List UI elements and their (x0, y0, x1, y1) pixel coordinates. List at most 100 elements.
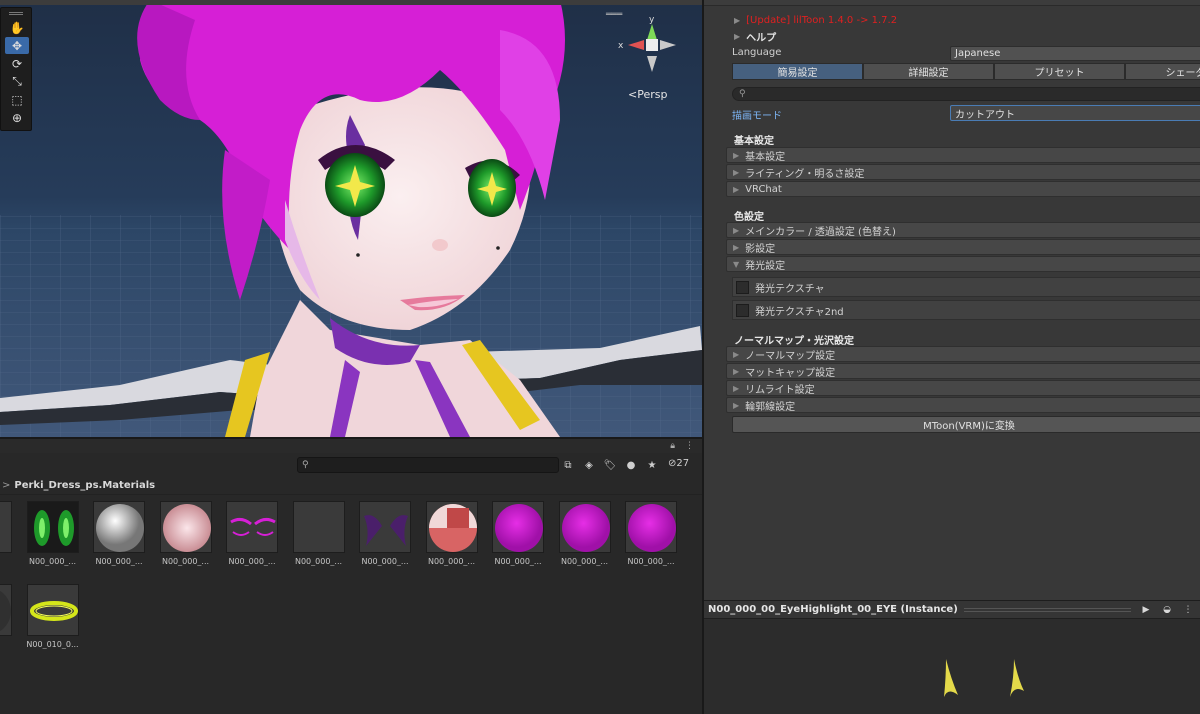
material-thumbnail (26, 501, 79, 553)
asset-label: N00_000_... (494, 557, 542, 566)
asset-label: N00_000_... (427, 557, 476, 566)
foldout-arrow-icon: ▶ (734, 15, 741, 25)
material-thumbnail (425, 501, 478, 553)
rect-tool[interactable]: ⬚ (5, 91, 29, 108)
settings-tabs: 簡易設定 詳細設定 プリセット シェーダー (732, 63, 1200, 80)
asset-tile[interactable]: N00_000_... (490, 501, 550, 566)
more-options-icon[interactable]: ⋮ (1179, 603, 1197, 617)
material-thumbnail (26, 584, 79, 636)
transform-tool[interactable]: ⊕ (5, 109, 29, 126)
emission-texture-2nd-row[interactable]: 発光テクスチャ2nd (732, 300, 1200, 320)
hidden-packages-toggle[interactable]: ⊘27 (668, 458, 689, 469)
foldout-emission[interactable]: ▼ 発光設定 (726, 256, 1200, 272)
asset-label: N00_000_... (228, 557, 276, 566)
asset-tile[interactable]: N00_000_... (291, 501, 351, 566)
foldout-shadow[interactable]: ▶ 影設定 (726, 239, 1200, 255)
asset-label: N00_000_... (95, 557, 143, 566)
material-thumbnail (292, 501, 345, 553)
asset-tile[interactable]: N00_000_... (357, 501, 417, 566)
projection-toggle[interactable]: <Persp (628, 88, 667, 101)
tab-presets[interactable]: プリセット (994, 63, 1125, 80)
eye-highlight-preview-image (944, 659, 1024, 697)
asset-tile[interactable]: N00_010_0... (25, 584, 85, 649)
foldout-arrow-icon: ▶ (733, 366, 740, 376)
breadcrumb-folder[interactable]: Perki_Dress_ps.Materials (14, 480, 155, 491)
asset-tile[interactable]: N00_000_... (623, 501, 683, 566)
hidden-count: 27 (676, 458, 690, 469)
foldout-arrow-icon: ▶ (733, 184, 740, 194)
tab-simple-settings[interactable]: 簡易設定 (732, 63, 863, 80)
asset-tile[interactable]: N00_000_... (25, 501, 85, 566)
foldout-arrow-icon: ▶ (733, 150, 740, 160)
favorite-star-icon[interactable]: ★ (643, 457, 661, 473)
help-label: ヘルプ (746, 32, 777, 44)
grip-handle[interactable] (1, 8, 31, 18)
filter-type-icon[interactable]: ◈ (580, 457, 598, 473)
tab-advanced-settings[interactable]: 詳細設定 (863, 63, 994, 80)
search-by-type-icon[interactable]: ⧉ (559, 457, 577, 473)
foldout-lighting[interactable]: ▶ ライティング・明るさ設定 (726, 164, 1200, 180)
asset-label: N00_000_... (294, 557, 343, 566)
preview-sphere-icon[interactable]: ◒ (1158, 603, 1176, 617)
foldout-normal-map[interactable]: ▶ ノーマルマップ設定 (726, 346, 1200, 362)
asset-tile[interactable]: N00_000_... (91, 501, 151, 566)
foldout-arrow-icon: ▶ (733, 242, 740, 252)
asset-tile[interactable]: 08_... (0, 584, 18, 636)
lock-icon[interactable]: 🔒︎ (670, 441, 675, 451)
emission-texture-checkbox[interactable] (736, 280, 749, 294)
rotate-icon: ⟳ (11, 56, 23, 71)
settings-search-input[interactable]: ⚲ (732, 87, 1200, 101)
warning-icon[interactable]: ● (622, 457, 640, 473)
material-thumbnail (226, 501, 278, 553)
emission-texture-2nd-checkbox[interactable] (736, 303, 749, 317)
scene-render (0, 0, 702, 437)
persp-chevron-icon: < (628, 88, 638, 101)
scene-view[interactable]: ✋ ✥ ⟳ ⤡ ⬚ ⊕ ═══ y x <Persp (0, 0, 702, 437)
label-icon[interactable]: 🏷︎ (601, 457, 619, 473)
update-foldout[interactable]: ▶ [Update] lilToon 1.4.0 -> 1.7.2 (734, 12, 897, 28)
asset-tile[interactable]: N00_000_... (424, 501, 484, 566)
foldout-matcap[interactable]: ▶ マットキャップ設定 (726, 363, 1200, 379)
foldout-main-color[interactable]: ▶ メインカラー / 透過設定 (色替え) (726, 222, 1200, 238)
update-notice: [Update] lilToon 1.4.0 -> 1.7.2 (746, 14, 898, 26)
foldout-rimlight[interactable]: ▶ リムライト設定 (726, 380, 1200, 396)
foldout-expanded-arrow-icon: ▼ (733, 259, 740, 269)
convert-mtoon-button[interactable]: MToon(VRM)に変換 (732, 416, 1200, 433)
project-search-input[interactable]: ⚲ (297, 457, 559, 473)
asset-label: N00_000_... (627, 557, 675, 566)
foldout-arrow-icon: ▶ (734, 31, 741, 41)
scene-tools-overlay[interactable]: ✋ ✥ ⟳ ⤡ ⬚ ⊕ (0, 7, 32, 131)
scale-tool[interactable]: ⤡ (5, 73, 29, 90)
asset-tile[interactable]: N00_000_... (224, 501, 284, 566)
project-panel: 🔒︎ ⋮ ⚲ ⧉ ◈ 🏷︎ ● ★ ⊘27 > Perki_Dress_ps.M… (0, 437, 702, 714)
rotate-tool[interactable]: ⟳ (5, 55, 29, 72)
foldout-basic[interactable]: ▶ 基本設定 (726, 147, 1200, 163)
foldout-arrow-icon: ▶ (733, 167, 740, 177)
hand-tool[interactable]: ✋ (5, 19, 29, 36)
tab-shader[interactable]: シェーダー (1125, 63, 1200, 80)
project-tabbar: 🔒︎ ⋮ (0, 439, 702, 453)
foldout-vrchat[interactable]: ▶ VRChat (726, 181, 1200, 197)
search-icon: ⚲ (302, 460, 309, 470)
asset-tile[interactable]: N00_000_... (557, 501, 617, 566)
hand-icon: ✋ (9, 20, 25, 35)
material-thumbnail (159, 501, 212, 553)
asset-tile[interactable] (0, 501, 18, 553)
persp-label: Persp (637, 88, 668, 101)
emission-texture-row[interactable]: 発光テクスチャ (732, 277, 1200, 297)
move-tool[interactable]: ✥ (5, 37, 29, 54)
transform-icon: ⊕ (11, 110, 23, 125)
render-mode-select[interactable]: カットアウト (950, 105, 1200, 121)
inspector-header-strip (704, 0, 1200, 6)
section-basic-title: 基本設定 (734, 136, 774, 147)
foldout-outline[interactable]: ▶ 輪郭線設定 (726, 397, 1200, 413)
help-foldout[interactable]: ▶ ヘルプ (734, 28, 776, 44)
preview-drag-handle[interactable] (963, 607, 1131, 612)
search-icon: ⚲ (739, 89, 746, 99)
asset-tile[interactable]: N00_000_... (158, 501, 218, 566)
language-select[interactable]: Japanese (950, 46, 1200, 61)
foldout-arrow-icon: ▶ (733, 383, 740, 393)
panel-menu-icon[interactable]: ⋮ (685, 441, 694, 451)
play-icon[interactable]: ▶ (1137, 603, 1155, 617)
orientation-gizmo[interactable]: y x (616, 14, 688, 86)
